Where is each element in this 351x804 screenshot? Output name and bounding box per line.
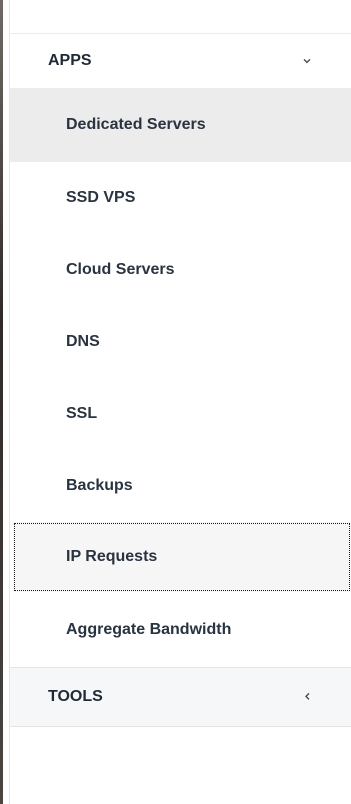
- section-header-tools[interactable]: TOOLS: [10, 667, 351, 727]
- menu-item-label: SSL: [66, 405, 98, 422]
- sidebar-frame: APPS Dedicated Servers SSD VPS Cloud Ser…: [0, 0, 351, 804]
- chevron-left-icon[interactable]: [301, 690, 313, 702]
- chevron-down-icon[interactable]: [301, 54, 313, 66]
- menu-item-label: SSD VPS: [66, 189, 136, 206]
- left-edge-shadow: [0, 0, 3, 804]
- menu-item-ssd-vps[interactable]: SSD VPS: [10, 162, 351, 234]
- menu-item-ssl[interactable]: SSL: [10, 378, 351, 450]
- section-label-tools: TOOLS: [48, 688, 103, 705]
- menu-item-aggregate-bandwidth[interactable]: Aggregate Bandwidth: [10, 592, 351, 667]
- menu-item-label: Backups: [66, 477, 133, 494]
- menu-item-ip-requests[interactable]: IP Requests: [13, 522, 351, 592]
- menu-item-label: Aggregate Bandwidth: [66, 620, 232, 638]
- menu-item-label: DNS: [66, 333, 100, 350]
- menu-item-label: Cloud Servers: [66, 261, 175, 278]
- menu-item-dns[interactable]: DNS: [10, 306, 351, 378]
- menu-item-backups[interactable]: Backups: [10, 450, 351, 522]
- sidebar-menu: APPS Dedicated Servers SSD VPS Cloud Ser…: [9, 0, 351, 804]
- menu-item-label: Dedicated Servers: [66, 116, 206, 133]
- menu-item-dedicated-servers[interactable]: Dedicated Servers: [10, 88, 351, 162]
- menu-item-label: IP Requests: [66, 548, 158, 565]
- section-header-apps[interactable]: APPS: [10, 33, 351, 88]
- section-label-apps: APPS: [48, 52, 92, 69]
- menu-item-cloud-servers[interactable]: Cloud Servers: [10, 234, 351, 306]
